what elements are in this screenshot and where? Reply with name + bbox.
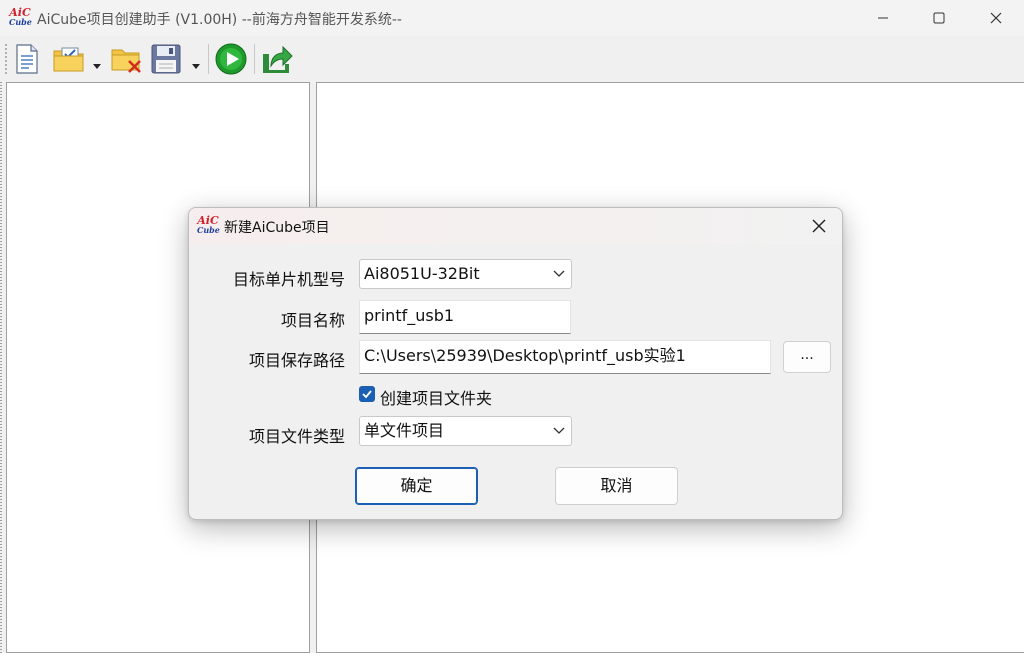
toolbar — [0, 36, 1024, 82]
caret-down-icon — [192, 64, 200, 69]
play-icon — [215, 43, 247, 75]
dialog-title-bar: AiC Cube 新建AiCube项目 — [189, 208, 842, 244]
new-project-dialog: AiC Cube 新建AiCube项目 目标单片机型号 Ai8051U-32Bi… — [188, 207, 843, 520]
window-title: AiCube项目创建助手 (V1.00H) --前海方舟智能开发系统-- — [37, 12, 402, 28]
create-folder-checkbox[interactable] — [359, 386, 375, 402]
file-type-value: 单文件项目 — [364, 421, 445, 440]
save-dropdown[interactable] — [191, 56, 201, 69]
project-name-input[interactable]: printf_usb1 — [359, 300, 571, 334]
toolbar-separator — [208, 44, 209, 74]
floppy-disk-icon — [151, 44, 181, 74]
close-project-button[interactable] — [110, 42, 144, 76]
title-bar: AiC Cube AiCube项目创建助手 (V1.00H) --前海方舟智能开… — [0, 0, 1024, 36]
create-folder-label[interactable]: 创建项目文件夹 — [380, 385, 492, 409]
project-path-label: 项目保存路径 — [248, 351, 345, 370]
folder-check-icon — [53, 47, 84, 72]
share-arrow-icon — [263, 45, 293, 73]
mcu-model-label: 目标单片机型号 — [232, 270, 345, 289]
minimize-button[interactable] — [855, 0, 911, 36]
file-type-select[interactable]: 单文件项目 — [359, 416, 572, 446]
checkmark-icon — [362, 390, 372, 399]
folder-delete-icon — [111, 49, 141, 73]
close-icon — [812, 219, 826, 233]
chevron-down-icon — [553, 270, 565, 277]
ok-button[interactable]: 确定 — [355, 467, 478, 505]
dialog-logo-bottom: Cube — [197, 225, 220, 235]
mcu-model-value: Ai8051U-32Bit — [364, 264, 480, 283]
run-button[interactable] — [214, 42, 248, 76]
chevron-down-icon — [553, 427, 565, 434]
app-logo: AiC Cube — [9, 7, 32, 29]
dialog-close-button[interactable] — [809, 216, 829, 236]
cancel-button[interactable]: 取消 — [555, 467, 678, 505]
toolbar-separator — [254, 44, 255, 74]
open-project-dropdown[interactable] — [92, 56, 102, 69]
caret-down-icon — [93, 64, 101, 69]
project-path-input[interactable]: C:\Users\25939\Desktop\printf_usb实验1 — [359, 340, 771, 374]
project-name-label: 项目名称 — [280, 311, 345, 330]
open-project-button[interactable] — [52, 42, 86, 76]
maximize-button[interactable] — [911, 0, 967, 36]
toolbar-grip[interactable] — [5, 44, 7, 76]
dialog-logo: AiC Cube — [197, 215, 220, 237]
save-button[interactable] — [149, 42, 183, 76]
new-file-button[interactable] — [10, 42, 44, 76]
close-icon — [990, 12, 1002, 24]
app-window: AiC Cube AiCube项目创建助手 (V1.00H) --前海方舟智能开… — [0, 0, 1024, 653]
window-left-edge — [0, 82, 2, 653]
export-button[interactable] — [260, 42, 294, 76]
close-window-button[interactable] — [968, 0, 1024, 36]
browse-button[interactable]: ... — [783, 341, 831, 373]
file-type-label: 项目文件类型 — [248, 427, 345, 446]
document-icon — [16, 44, 38, 74]
mcu-model-select[interactable]: Ai8051U-32Bit — [359, 259, 572, 289]
dialog-title: 新建AiCube项目 — [224, 220, 330, 236]
maximize-icon — [933, 12, 945, 24]
app-logo-bottom: Cube — [9, 17, 32, 27]
minimize-icon — [878, 17, 888, 19]
